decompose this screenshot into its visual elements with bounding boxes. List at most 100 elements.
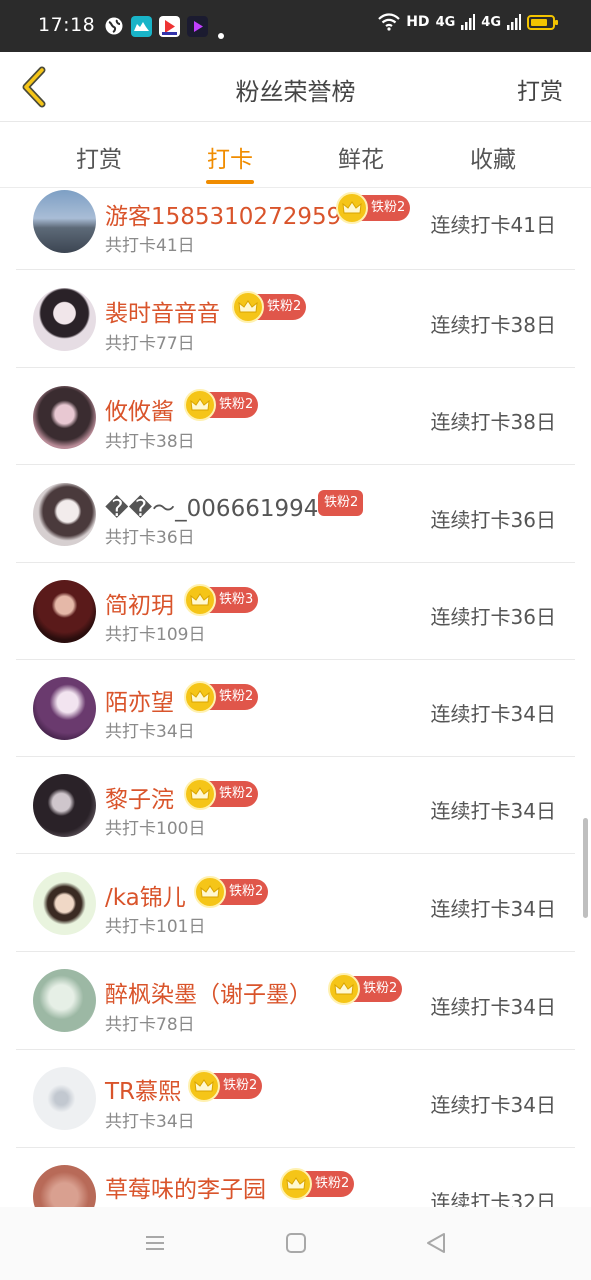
user-name[interactable]: 攸攸酱 bbox=[105, 392, 174, 426]
streak-label: 连续打卡34日 bbox=[430, 995, 556, 1019]
avatar[interactable] bbox=[33, 1067, 96, 1130]
page-title: 粉丝荣誉榜 bbox=[235, 78, 356, 106]
fan-level-badge: 铁粉3 bbox=[184, 584, 259, 616]
signal-label-1: 4G bbox=[435, 14, 456, 30]
fan-level-badge: 铁粉2 bbox=[188, 1070, 263, 1102]
total-checkins: 共打卡101日 bbox=[105, 917, 206, 937]
total-checkins: 共打卡38日 bbox=[105, 432, 195, 452]
notification-dot bbox=[218, 33, 224, 39]
crown-icon bbox=[184, 389, 216, 421]
streak-label: 连续打卡34日 bbox=[430, 799, 556, 823]
fan-level-badge: 铁粉2 bbox=[184, 681, 259, 713]
music-app-icon bbox=[187, 16, 208, 37]
globe-icon bbox=[105, 17, 123, 35]
avatar[interactable] bbox=[33, 580, 96, 643]
user-name[interactable]: 陌亦望 bbox=[105, 683, 174, 717]
list-item[interactable]: 黎子浣 铁粉2 共打卡100日 连续打卡34日 bbox=[0, 757, 591, 854]
streak-label: 连续打卡38日 bbox=[430, 410, 556, 434]
fan-level-badge: 铁粉2 bbox=[232, 291, 307, 323]
divider bbox=[16, 951, 575, 952]
streak-label: 连续打卡32日 bbox=[430, 1190, 556, 1207]
fan-level-badge: 铁粉2 bbox=[194, 876, 269, 908]
user-name[interactable]: 游客1585310272959 bbox=[105, 197, 341, 231]
list-item[interactable]: 草莓味的李子园 铁粉2 连续打卡32日 bbox=[0, 1148, 591, 1207]
avatar[interactable] bbox=[33, 288, 96, 351]
avatar[interactable] bbox=[33, 483, 96, 546]
streak-label: 连续打卡36日 bbox=[430, 508, 556, 532]
avatar[interactable] bbox=[33, 774, 96, 837]
total-checkins: 共打卡36日 bbox=[105, 528, 195, 548]
fan-level-badge: 铁粉2 bbox=[336, 192, 411, 224]
menu-icon[interactable] bbox=[143, 1231, 167, 1255]
total-checkins: 共打卡77日 bbox=[105, 334, 195, 354]
crown-icon bbox=[280, 1168, 312, 1200]
scrollbar[interactable] bbox=[583, 818, 588, 918]
system-nav-bar bbox=[0, 1207, 591, 1280]
ranking-list[interactable]: 游客1585310272959 铁粉2 共打卡41日 连续打卡41日 裴时音音音… bbox=[0, 189, 591, 1207]
user-name[interactable]: TR慕熙 bbox=[105, 1072, 181, 1106]
list-item[interactable]: ��～_006661994 铁粉2 共打卡36日 连续打卡36日 bbox=[0, 466, 591, 563]
signal-icon bbox=[461, 14, 476, 30]
user-name[interactable]: 简初玥 bbox=[105, 586, 174, 620]
back-icon[interactable] bbox=[424, 1231, 448, 1255]
divider bbox=[16, 853, 575, 854]
crown-icon bbox=[194, 876, 226, 908]
active-tab-indicator bbox=[206, 180, 254, 184]
divider bbox=[16, 464, 575, 465]
avatar[interactable] bbox=[33, 1165, 96, 1207]
fan-level-badge: 铁粉2 bbox=[328, 973, 403, 1005]
crown-icon bbox=[184, 681, 216, 713]
home-icon[interactable] bbox=[284, 1231, 308, 1255]
tab-favorites[interactable]: 收藏 bbox=[453, 140, 533, 174]
user-name[interactable]: 黎子浣 bbox=[105, 780, 174, 814]
list-item[interactable]: 游客1585310272959 铁粉2 共打卡41日 连续打卡41日 bbox=[0, 189, 591, 270]
list-item[interactable]: /ka锦儿 铁粉2 共打卡101日 连续打卡34日 bbox=[0, 855, 591, 952]
crown-icon bbox=[188, 1070, 220, 1102]
user-name[interactable]: /ka锦儿 bbox=[105, 878, 186, 912]
total-checkins: 共打卡109日 bbox=[105, 625, 206, 645]
list-item[interactable]: 醉枫染墨（谢子墨） 铁粉2 共打卡78日 连续打卡34日 bbox=[0, 953, 591, 1050]
streak-label: 连续打卡34日 bbox=[430, 897, 556, 921]
tab-checkin[interactable]: 打卡 bbox=[190, 140, 270, 174]
user-name[interactable]: ��～_006661994 bbox=[105, 489, 318, 523]
user-name[interactable]: 草莓味的李子园 bbox=[105, 1170, 266, 1204]
divider bbox=[16, 269, 575, 270]
avatar[interactable] bbox=[33, 190, 96, 253]
user-name[interactable]: 裴时音音音 bbox=[105, 294, 220, 328]
battery-icon bbox=[527, 14, 558, 30]
total-checkins: 共打卡34日 bbox=[105, 1112, 195, 1132]
wifi-icon bbox=[378, 13, 400, 31]
streak-label: 连续打卡34日 bbox=[430, 1093, 556, 1117]
list-item[interactable]: 简初玥 铁粉3 共打卡109日 连续打卡36日 bbox=[0, 563, 591, 660]
total-checkins: 共打卡41日 bbox=[105, 236, 195, 256]
list-item[interactable]: 攸攸酱 铁粉2 共打卡38日 连续打卡38日 bbox=[0, 368, 591, 465]
status-time: 17:18 bbox=[38, 14, 96, 36]
streak-label: 连续打卡41日 bbox=[430, 213, 556, 237]
streak-label: 连续打卡38日 bbox=[430, 313, 556, 337]
streak-label: 连续打卡36日 bbox=[430, 605, 556, 629]
fan-level-badge: 铁粉2 bbox=[280, 1168, 355, 1200]
camel-app-icon bbox=[131, 16, 152, 37]
crown-icon bbox=[184, 778, 216, 810]
status-bar: 17:18 HD 4G 4G bbox=[0, 0, 591, 52]
video-app-icon bbox=[159, 16, 180, 37]
page-header: 粉丝荣誉榜 打赏 bbox=[0, 52, 591, 122]
tab-reward[interactable]: 打赏 bbox=[59, 140, 139, 174]
list-item[interactable]: 裴时音音音 铁粉2 共打卡77日 连续打卡38日 bbox=[0, 271, 591, 368]
crown-icon bbox=[232, 291, 264, 323]
fan-level-badge: 铁粉2 bbox=[184, 778, 259, 810]
avatar[interactable] bbox=[33, 872, 96, 935]
signal-label-2: 4G bbox=[481, 14, 501, 30]
tab-flowers[interactable]: 鲜花 bbox=[321, 140, 401, 174]
fan-level-badge: 铁粉2 bbox=[318, 490, 364, 516]
fan-level-badge: 铁粉2 bbox=[184, 389, 259, 421]
user-name[interactable]: 醉枫染墨（谢子墨） bbox=[105, 975, 312, 1009]
crown-icon bbox=[328, 973, 360, 1005]
reward-button[interactable]: 打赏 bbox=[517, 72, 563, 106]
crown-icon bbox=[336, 192, 368, 224]
list-item[interactable]: 陌亦望 铁粉2 共打卡34日 连续打卡34日 bbox=[0, 660, 591, 757]
avatar[interactable] bbox=[33, 969, 96, 1032]
avatar[interactable] bbox=[33, 677, 96, 740]
avatar[interactable] bbox=[33, 386, 96, 449]
list-item[interactable]: TR慕熙 铁粉2 共打卡34日 连续打卡34日 bbox=[0, 1051, 591, 1148]
